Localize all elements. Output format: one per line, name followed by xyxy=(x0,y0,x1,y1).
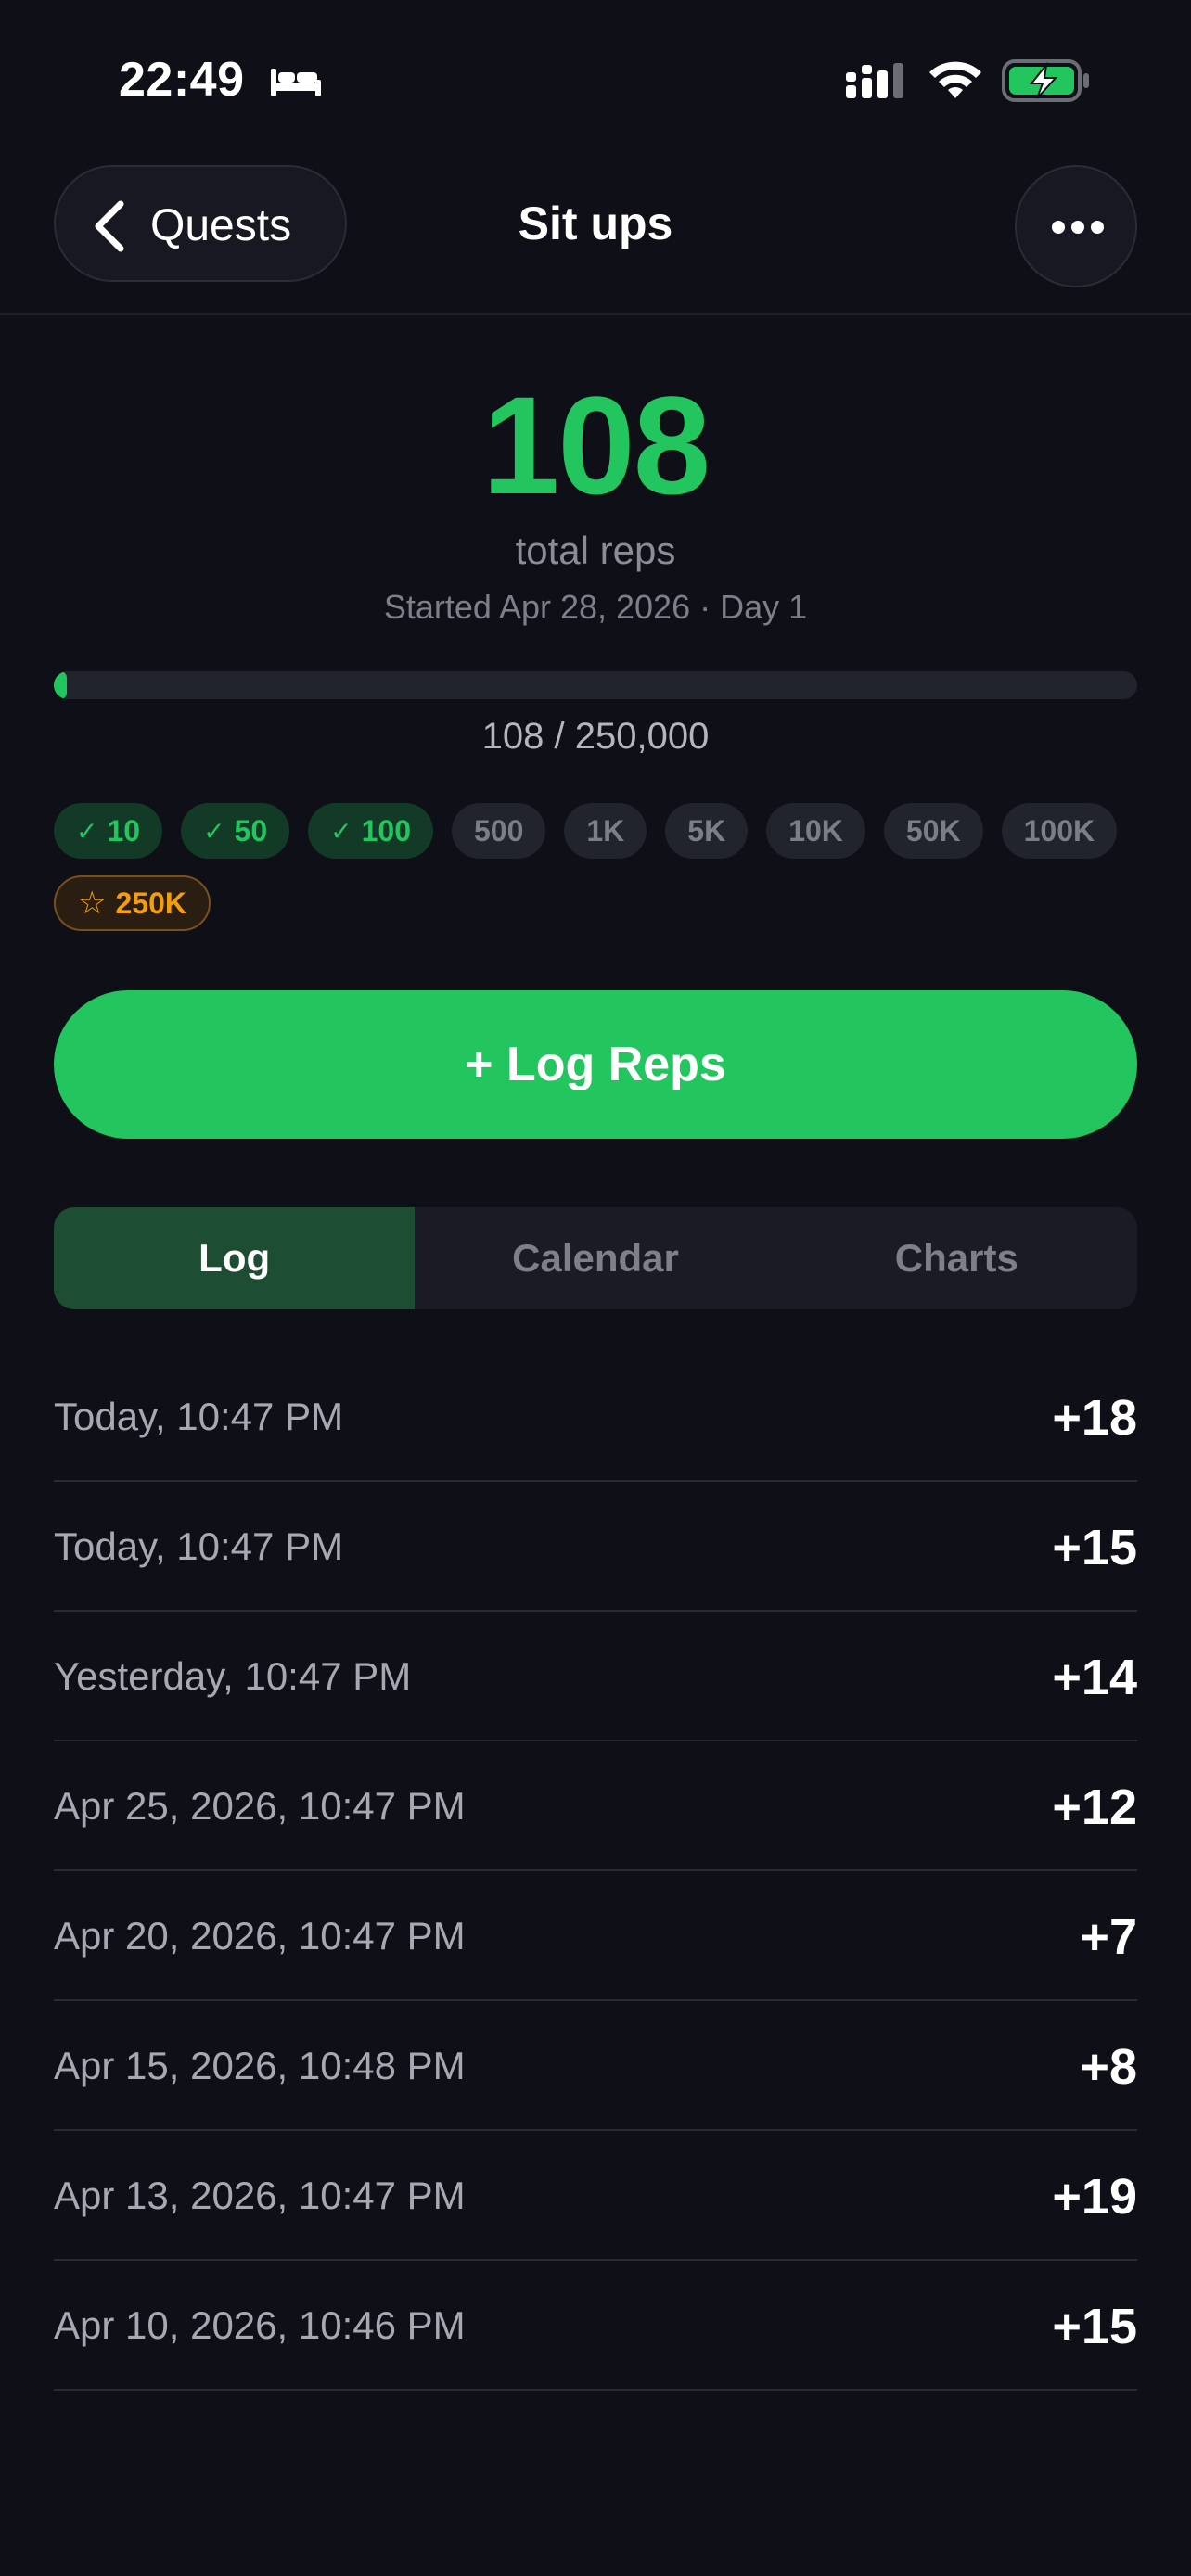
milestone-label: 10 xyxy=(107,813,141,848)
sleep-focus-icon xyxy=(271,69,321,96)
milestone-label: 5K xyxy=(687,813,726,848)
entry-amount: +8 xyxy=(1080,2039,1137,2095)
milestone-chip: 100K xyxy=(1001,803,1118,859)
milestone-chip: ✓ 10 xyxy=(54,803,163,859)
milestone-chips: ✓ 10 ✓ 50 ✓ 100 500 1K 5K 10K 50K 100K ☆ 250K xyxy=(54,803,1148,931)
log-entries-list: Today, 10:47 PM +18 Today, 10:47 PM +15 Yest… xyxy=(54,1352,1137,2391)
milestone-label: 250K xyxy=(115,886,186,920)
page-title: Sit ups xyxy=(518,198,673,249)
entry-date: Apr 13, 2026, 10:47 PM xyxy=(54,2174,466,2217)
entry-amount: +19 xyxy=(1052,2169,1137,2225)
entry-date: Apr 10, 2026, 10:46 PM xyxy=(54,2303,466,2347)
entry-date: Apr 20, 2026, 10:47 PM xyxy=(54,1914,466,1958)
milestone-chip: 10K xyxy=(766,803,865,859)
cellular-signal-icon xyxy=(846,63,903,98)
log-entry-row[interactable]: Apr 25, 2026, 10:47 PM +12 xyxy=(54,1741,1137,1871)
total-reps-value: 108 xyxy=(481,367,711,523)
wifi-icon xyxy=(929,61,981,98)
milestone-chip: ✓ 100 xyxy=(308,803,433,859)
status-bar: 22:49 xyxy=(0,0,1191,158)
ellipsis-icon xyxy=(1052,221,1065,234)
ellipsis-icon-dot xyxy=(1071,221,1084,234)
checkmark-icon: ✓ xyxy=(203,816,225,846)
entry-amount: +7 xyxy=(1080,1909,1137,1965)
nav-bar: Quests Sit ups xyxy=(0,158,1191,315)
tab-charts[interactable]: Charts xyxy=(776,1207,1137,1309)
milestone-chip: ✓ 50 xyxy=(181,803,290,859)
log-entry-row[interactable]: Apr 20, 2026, 10:47 PM +7 xyxy=(54,1871,1137,2001)
entry-amount: +15 xyxy=(1052,2299,1137,2354)
started-date-label: Started Apr 28, 2026 · Day 1 xyxy=(383,588,808,626)
log-entry-row[interactable]: Today, 10:47 PM +18 xyxy=(54,1352,1137,1482)
milestone-label: 1K xyxy=(586,813,625,848)
checkmark-icon: ✓ xyxy=(330,816,352,846)
checkmark-icon: ✓ xyxy=(76,816,98,846)
more-options-button[interactable] xyxy=(1015,165,1137,287)
entry-date: Today, 10:47 PM xyxy=(54,1524,344,1568)
milestone-label: 100 xyxy=(361,813,411,848)
milestone-label: 100K xyxy=(1023,813,1095,848)
log-entry-row[interactable]: Yesterday, 10:47 PM +14 xyxy=(54,1612,1137,1741)
progress-bar xyxy=(54,671,1137,699)
tab-calendar[interactable]: Calendar xyxy=(415,1207,775,1309)
entry-date: Today, 10:47 PM xyxy=(54,1395,344,1438)
log-entry-row[interactable]: Apr 10, 2026, 10:46 PM +15 xyxy=(54,2261,1137,2391)
milestone-chip: 1K xyxy=(564,803,647,859)
total-reps-label: total reps xyxy=(515,529,676,572)
star-icon: ☆ xyxy=(78,886,107,921)
log-entry-row[interactable]: Apr 15, 2026, 10:48 PM +8 xyxy=(54,2001,1137,2131)
log-entry-row[interactable]: Apr 13, 2026, 10:47 PM +19 xyxy=(54,2131,1137,2261)
view-tabs: Log Calendar Charts xyxy=(54,1207,1137,1309)
entry-date: Yesterday, 10:47 PM xyxy=(54,1654,412,1698)
milestone-chip: ☆ 250K xyxy=(54,875,211,931)
milestone-label: 10K xyxy=(788,813,843,848)
milestone-chip: 5K xyxy=(665,803,749,859)
entry-amount: +15 xyxy=(1052,1520,1137,1575)
status-time: 22:49 xyxy=(119,53,245,107)
battery-charging-icon xyxy=(1002,59,1089,102)
log-entry-row[interactable]: Today, 10:47 PM +15 xyxy=(54,1482,1137,1612)
progress-text: 108 / 250,000 xyxy=(481,716,710,757)
entry-date: Apr 15, 2026, 10:48 PM xyxy=(54,2044,466,2087)
milestone-label: 50 xyxy=(234,813,268,848)
entry-amount: +12 xyxy=(1052,1779,1137,1835)
milestone-label: 500 xyxy=(473,813,524,848)
progress-bar-fill xyxy=(54,671,67,699)
log-reps-button[interactable]: + Log Reps xyxy=(54,990,1137,1139)
tab-log[interactable]: Log xyxy=(54,1207,416,1309)
milestone-chip: 500 xyxy=(451,803,546,859)
milestone-chip: 50K xyxy=(883,803,983,859)
ellipsis-icon-dot xyxy=(1091,221,1104,234)
milestone-label: 50K xyxy=(905,813,961,848)
entry-date: Apr 25, 2026, 10:47 PM xyxy=(54,1784,466,1828)
entry-amount: +18 xyxy=(1052,1390,1137,1446)
entry-amount: +14 xyxy=(1052,1650,1137,1705)
